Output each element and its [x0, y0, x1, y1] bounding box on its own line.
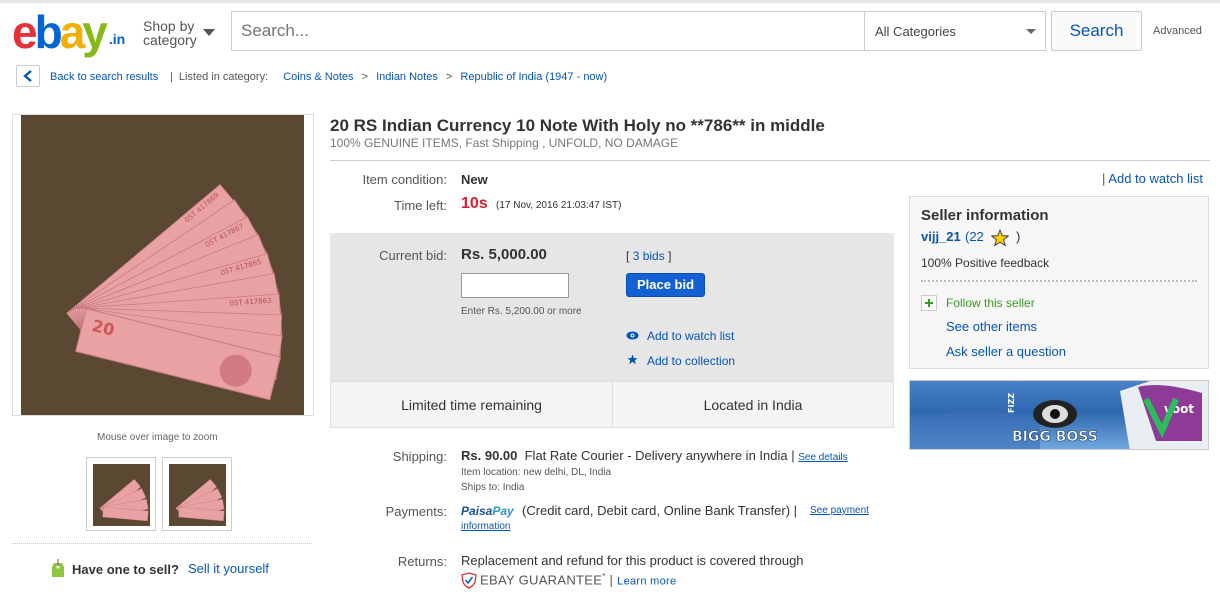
payments-label: Payments: — [385, 504, 447, 519]
advanced-search-link[interactable]: Advanced — [1153, 25, 1202, 37]
seller-info-heading: Seller information — [921, 207, 1049, 224]
item-subtitle: 100% GENUINE ITEMS, Fast Shipping , UNFO… — [330, 136, 679, 150]
shield-icon — [461, 572, 477, 589]
follow-seller-link[interactable]: Follow this seller — [946, 296, 1035, 310]
paren-close: ) — [1016, 229, 1021, 244]
paisapay-logo: PaisaPay — [461, 504, 514, 518]
add-to-watch-list-link[interactable]: Add to watch list — [647, 329, 734, 343]
item-location: Item location: new delhi, DL, India — [461, 467, 612, 478]
learn-more-link[interactable]: Learn more — [617, 575, 676, 587]
ask-seller-question-link[interactable]: Ask seller a question — [946, 344, 1066, 359]
ad-show-title: BIGG BOSS — [1012, 429, 1098, 445]
listed-in-label: Listed in category: — [178, 71, 269, 83]
have-one-to-sell-label: Have one to sell? — [72, 562, 179, 577]
seller-name-link[interactable]: vijj_21 — [921, 229, 961, 244]
shipping-label: Shipping: — [392, 449, 447, 464]
see-payment-information-link[interactable]: See payment — [810, 505, 869, 516]
current-bid-label: Current bid: — [379, 248, 447, 263]
see-shipping-details-link[interactable]: See details — [798, 452, 847, 463]
logo-letter-e: e — [12, 6, 38, 58]
bigg-boss-ad-banner[interactable]: voot FIZZ BIGG BOSS — [909, 380, 1209, 450]
breadcrumb-item-republic-of-india[interactable]: Republic of India (1947 - now) — [460, 71, 607, 83]
add-to-collection-link[interactable]: Add to collection — [647, 354, 735, 368]
breadcrumb-item-coins-notes[interactable]: Coins & Notes — [283, 71, 353, 83]
search-input[interactable] — [231, 11, 865, 51]
chevron-down-icon[interactable] — [203, 29, 215, 36]
returns-text: Replacement and refund for this product … — [461, 553, 804, 568]
thumbnail-image — [169, 464, 226, 526]
ships-to: Ships to: India — [461, 482, 525, 493]
ebay-logo[interactable]: ebay .in — [12, 9, 132, 55]
ad-brand: FIZZ — [1007, 393, 1016, 413]
bid-hint: Enter Rs. 5,200.00 or more — [461, 306, 582, 317]
ebay-guarantee: EBAY GUARANTEE* | Learn more — [480, 572, 677, 588]
divider — [330, 160, 1210, 161]
logo-letter-a: a — [59, 6, 86, 58]
plus-icon[interactable] — [921, 295, 937, 311]
thumbnail-2[interactable] — [162, 457, 232, 531]
item-title: 20 RS Indian Currency 10 Note With Holy … — [330, 116, 825, 135]
logo-tld: .in — [108, 31, 126, 47]
location-label: Located in India — [703, 397, 803, 413]
category-select[interactable]: All Categories — [864, 11, 1046, 51]
payment-methods: (Credit card, Debit card, Online Bank Tr… — [522, 503, 798, 518]
shipping-info: Rs. 90.00 Flat Rate Courier - Delivery a… — [461, 448, 848, 463]
chevron-down-icon[interactable] — [1026, 29, 1036, 34]
yellow-star-icon — [991, 229, 1009, 247]
breadcrumb-item-indian-notes[interactable]: Indian Notes — [376, 71, 438, 83]
condition-value: New — [461, 172, 488, 187]
returns-label: Returns: — [397, 554, 447, 569]
shipping-method: Flat Rate Courier - Delivery anywhere in… — [524, 448, 795, 463]
end-time: (17 Nov, 2016 21:03:47 IST) — [496, 200, 622, 211]
logo-letter-b: b — [34, 6, 63, 58]
divider — [12, 543, 312, 544]
current-bid-value: Rs. 5,000.00 — [461, 246, 547, 263]
place-bid-button[interactable]: Place bid — [626, 273, 705, 297]
sell-it-yourself-link[interactable]: Sell it yourself — [188, 561, 269, 576]
star-icon — [627, 354, 638, 365]
search-button[interactable]: Search — [1051, 11, 1142, 51]
bid-amount-input[interactable] — [461, 273, 569, 298]
top-border — [0, 0, 1220, 3]
zoom-hint: Mouse over image to zoom — [97, 432, 218, 443]
currency-notes-fan-image[interactable]: 05T 417869 05T 417867 05T 417865 05T 417… — [21, 115, 304, 415]
eye-icon — [626, 331, 639, 340]
limited-time-label: Limited time remaining — [401, 397, 542, 413]
back-button[interactable] — [16, 65, 40, 87]
positive-feedback: 100% Positive feedback — [921, 256, 1050, 270]
back-to-search-results-link[interactable]: Back to search results — [50, 71, 158, 83]
ad-artwork: voot FIZZ BIGG BOSS — [910, 381, 1208, 449]
logo-letter-y: y — [82, 6, 108, 58]
feedback-score-link[interactable]: (22 — [965, 229, 984, 244]
chevron-left-icon — [23, 70, 32, 82]
guarantee-label: EBAY GUARANTEE — [480, 572, 603, 588]
thumbnail-1[interactable] — [86, 457, 156, 531]
breadcrumb-separator: > — [361, 71, 369, 83]
add-to-watch-list-link[interactable]: Add to watch list — [1108, 171, 1203, 186]
time-left-value: 10s — [461, 195, 488, 212]
time-left-label: Time left: — [394, 198, 447, 213]
category-label: category — [143, 32, 197, 48]
thumbnail-image — [93, 464, 150, 526]
bids-count: [ 3 bids ] — [626, 249, 672, 263]
watch-list-top: | Add to watch list — [1102, 171, 1203, 186]
price-tag-icon — [52, 559, 64, 577]
breadcrumb-separator: > — [445, 71, 453, 83]
bids-history-link[interactable]: 3 bids — [633, 249, 665, 263]
breadcrumb: | Listed in category: Coins & Notes > Ind… — [170, 71, 608, 83]
shop-by-label: Shop by — [143, 18, 195, 34]
see-other-items-link[interactable]: See other items — [946, 319, 1037, 334]
condition-label: Item condition: — [362, 172, 447, 187]
shop-by-category-button[interactable]: Shop by category — [143, 19, 197, 47]
divider — [921, 280, 1197, 282]
see-payment-information-link[interactable]: information — [461, 521, 510, 532]
shipping-price: Rs. 90.00 — [461, 448, 518, 463]
